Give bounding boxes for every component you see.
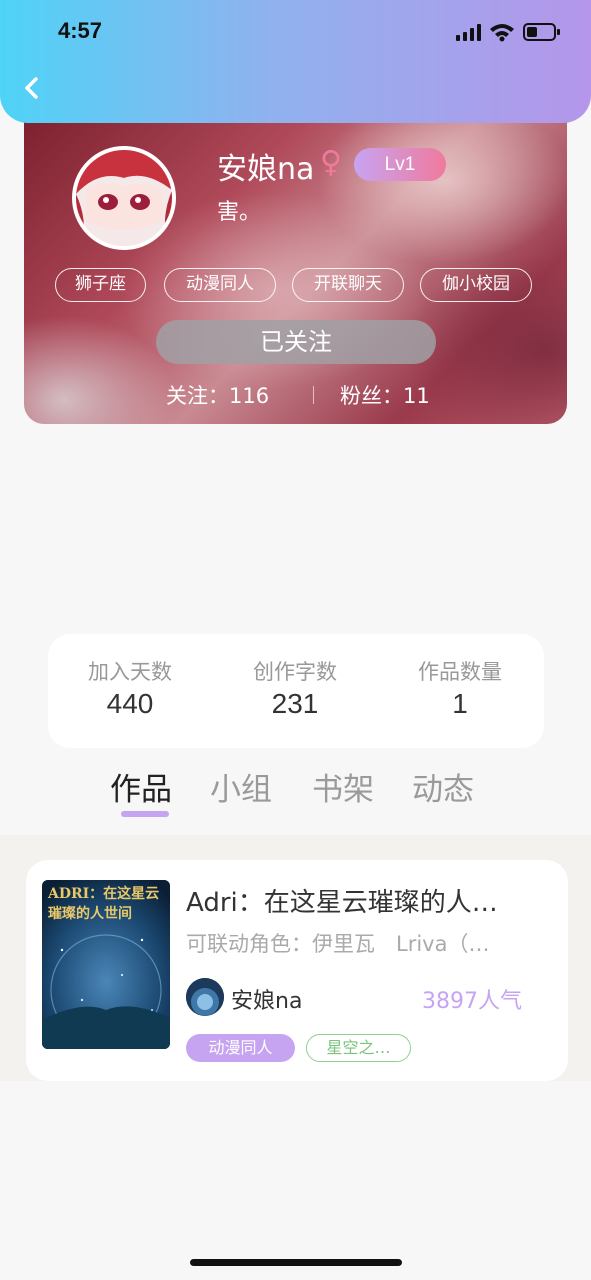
popularity-count: 3897人气 <box>422 989 522 1014</box>
level-badge: Lv1 <box>354 148 446 181</box>
count-word-count: 创作字数 231 <box>215 656 375 720</box>
counts-card: 加入天数 440 创作字数 231 作品数量 1 <box>48 634 544 748</box>
count-works: 作品数量 1 <box>380 656 540 720</box>
work-title: Adri：在这星云璀璨的人… <box>186 888 498 918</box>
tag-pill[interactable]: 开联聊天 <box>292 268 404 302</box>
wifi-icon <box>490 24 514 42</box>
work-card[interactable]: ADRI：在这星云璀璨的人世间 Adri：在这星云璀璨的人… 可联动角色：伊里瓦… <box>26 860 568 1081</box>
profile-card: 安娘na ♀ Lv1 害。 狮子座 动漫同人 开联聊天 伽小校园 已关注 关注：… <box>24 100 567 424</box>
back-button[interactable] <box>14 70 50 106</box>
profile-tabs: 作品 小组 书架 动态 <box>0 760 591 824</box>
book-cover[interactable]: ADRI：在这星云璀璨的人世间 <box>42 880 170 1049</box>
stats-divider <box>313 386 314 404</box>
works-list: ADRI：在这星云璀璨的人世间 Adri：在这星云璀璨的人… 可联动角色：伊里瓦… <box>0 835 591 1081</box>
author-avatar-image <box>186 978 224 1016</box>
tag-chip[interactable]: 星空之… <box>306 1034 411 1062</box>
count-value: 1 <box>452 688 468 719</box>
followers-count[interactable]: 粉丝：11 <box>340 380 430 410</box>
count-label: 创作字数 <box>253 660 337 684</box>
tag-pill[interactable]: 动漫同人 <box>164 268 276 302</box>
tag-pill[interactable]: 狮子座 <box>55 268 146 302</box>
author-avatar[interactable] <box>186 978 224 1016</box>
count-label: 加入天数 <box>88 660 172 684</box>
tab-works[interactable]: 作品 <box>110 764 172 809</box>
work-subtitle: 可联动角色：伊里瓦 Lriva（… <box>186 932 490 956</box>
female-gender-icon: ♀ <box>320 145 342 180</box>
bio-text: 害。 <box>217 200 262 225</box>
battery-icon <box>523 23 560 41</box>
avatar-image <box>76 150 172 246</box>
follow-button[interactable]: 已关注 <box>156 320 436 364</box>
status-time: 4:57 <box>58 18 103 43</box>
author-name: 安娘na <box>231 989 303 1014</box>
count-value: 440 <box>106 688 154 719</box>
active-tab-indicator <box>121 811 169 817</box>
avatar[interactable] <box>72 146 176 250</box>
category-chip[interactable]: 动漫同人 <box>186 1034 295 1062</box>
tab-bookshelf[interactable]: 书架 <box>312 764 374 809</box>
tag-pill[interactable]: 伽小校园 <box>420 268 532 302</box>
username: 安娘na <box>217 152 315 187</box>
tag-row: 狮子座 动漫同人 开联聊天 伽小校园 <box>55 268 545 302</box>
cellular-signal-icon <box>456 24 481 41</box>
count-join-days: 加入天数 440 <box>50 656 210 720</box>
count-value: 231 <box>271 688 319 719</box>
tab-groups[interactable]: 小组 <box>210 764 272 809</box>
follow-stats: 关注：116 粉丝：11 <box>24 376 567 412</box>
cover-title: ADRI：在这星云璀璨的人世间 <box>48 886 160 922</box>
nav-header: 4:57 <box>0 0 591 123</box>
count-label: 作品数量 <box>418 660 502 684</box>
following-count[interactable]: 关注：116 <box>166 380 269 410</box>
home-indicator <box>190 1259 402 1266</box>
tab-activity[interactable]: 动态 <box>412 764 474 809</box>
chevron-left-icon <box>25 77 38 99</box>
